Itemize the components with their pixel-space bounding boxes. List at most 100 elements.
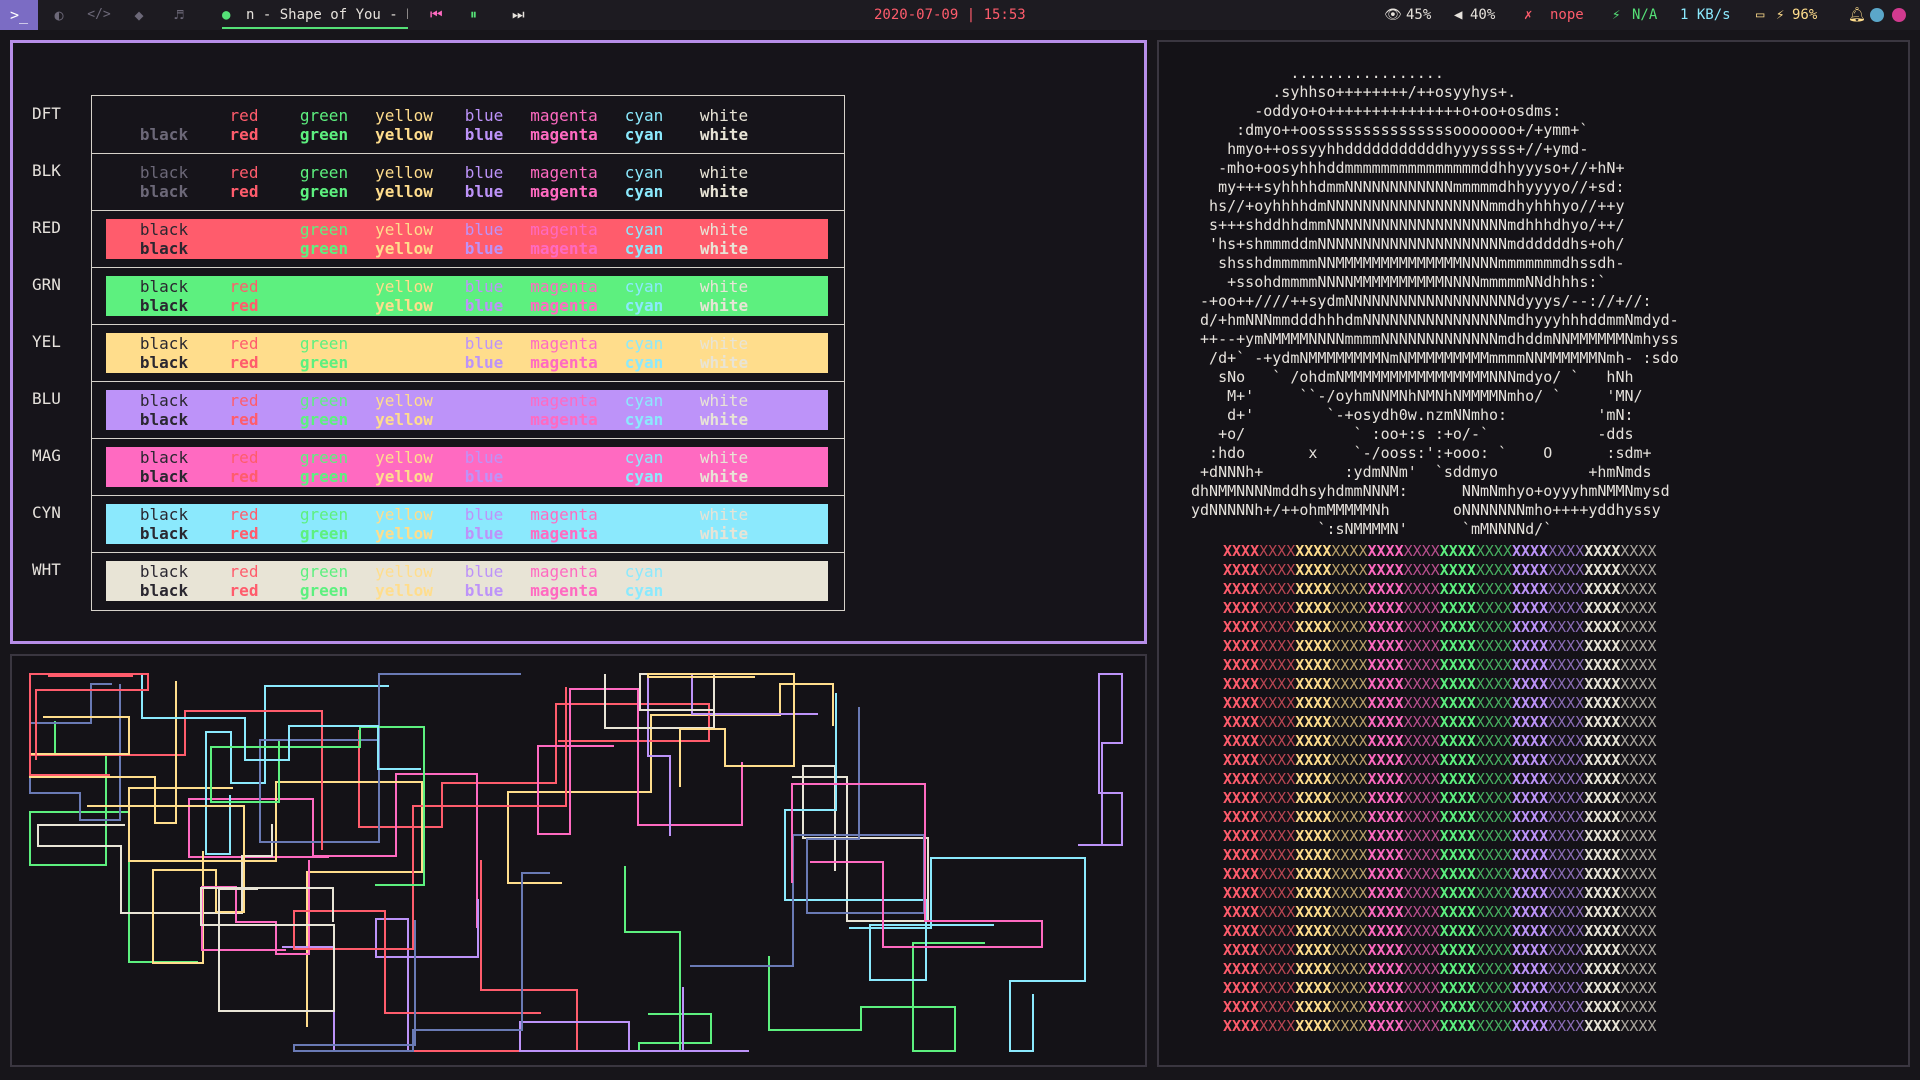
color-sample-red: red xyxy=(229,125,259,144)
row-label: MAG xyxy=(32,446,61,465)
color-sample-red: red xyxy=(229,581,259,600)
color-sample-magenta: magenta xyxy=(530,524,598,543)
color-sample-red: red xyxy=(229,163,259,182)
color-sample-black: black xyxy=(139,353,189,372)
row-divider xyxy=(92,210,844,211)
color-sample-white: white xyxy=(699,505,749,524)
color-sample-cyan: cyan xyxy=(624,239,664,258)
row-label: BLK xyxy=(32,161,61,180)
pipe-segment xyxy=(282,899,479,1052)
color-block-row: XXXXXXXXXXXXXXXXXXXXXXXXXXXXXXXXXXXXXXXX… xyxy=(1223,599,1657,617)
pipe-segment xyxy=(768,942,985,1052)
pause-button[interactable]: ⏸ xyxy=(470,0,477,30)
colortable-window[interactable]: DFTblackblackredredgreengreenyellowyello… xyxy=(10,40,1147,644)
color-sample-red: red xyxy=(229,296,259,315)
color-sample-white: white xyxy=(699,448,749,467)
color-sample-blue: blue xyxy=(464,220,504,239)
color-sample-green: green xyxy=(299,410,349,429)
color-sample-white: white xyxy=(699,106,749,125)
neofetch-window[interactable]: ................. .syhhso++++++++/++osyy… xyxy=(1157,40,1910,1067)
color-sample-white: white xyxy=(699,334,749,353)
color-sample-magenta: magenta xyxy=(530,277,598,296)
pipe-segment xyxy=(849,857,1086,1052)
pipe-segment xyxy=(791,783,1043,948)
track-title[interactable]: n - Shape of You - E xyxy=(246,0,408,30)
color-sample-green: green xyxy=(299,125,349,144)
color-sample-yellow: yellow xyxy=(375,182,433,201)
color-sample-black: black xyxy=(139,277,189,296)
pipe-segment xyxy=(358,703,710,828)
color-block-row: XXXXXXXXXXXXXXXXXXXXXXXXXXXXXXXXXXXXXXXX… xyxy=(1223,580,1657,598)
color-sample-black: black xyxy=(139,581,189,600)
pipe-segment xyxy=(259,673,521,843)
bolt-icon: ⚡ xyxy=(1776,7,1785,23)
next-track-button[interactable]: ⏭ xyxy=(512,0,525,30)
color-block-row: XXXXXXXXXXXXXXXXXXXXXXXXXXXXXXXXXXXXXXXX… xyxy=(1223,561,1657,579)
pipes-window[interactable] xyxy=(10,654,1147,1067)
color-sample-white: white xyxy=(699,182,749,201)
color-sample-yellow: yellow xyxy=(375,163,433,182)
bell-icon[interactable]: 🔔︎ xyxy=(1848,0,1866,30)
color-block-row: XXXXXXXXXXXXXXXXXXXXXXXXXXXXXXXXXXXXXXXX… xyxy=(1223,922,1657,940)
color-sample-black: black xyxy=(139,182,189,201)
color-sample-red: red xyxy=(229,277,259,296)
color-sample-red: red xyxy=(229,562,259,581)
color-block-row: XXXXXXXXXXXXXXXXXXXXXXXXXXXXXXXXXXXXXXXX… xyxy=(1223,979,1657,997)
color-block-row: XXXXXXXXXXXXXXXXXXXXXXXXXXXXXXXXXXXXXXXX… xyxy=(1223,656,1657,674)
color-sample-magenta: magenta xyxy=(530,239,598,258)
color-sample-black: black xyxy=(139,410,189,429)
color-block-row: XXXXXXXXXXXXXXXXXXXXXXXXXXXXXXXXXXXXXXXX… xyxy=(1223,865,1657,883)
battery-icon: ▭ xyxy=(1756,7,1765,23)
color-sample-red: red xyxy=(229,106,259,125)
color-sample-red: red xyxy=(229,391,259,410)
track-underline xyxy=(222,27,408,29)
color-sample-black: black xyxy=(139,220,189,239)
color-sample-white: white xyxy=(699,277,749,296)
row-label: GRN xyxy=(32,275,61,294)
telegram-icon[interactable]: ◆ xyxy=(120,0,158,30)
row-divider xyxy=(92,324,844,325)
pipe-segment xyxy=(29,721,198,963)
color-sample-yellow: yellow xyxy=(375,106,433,125)
color-row-blk: BLK black black red red green green yellow yello… xyxy=(32,153,844,210)
spotify-icon: ● xyxy=(222,7,231,23)
row-label: RED xyxy=(32,218,61,237)
color-block-row: XXXXXXXXXXXXXXXXXXXXXXXXXXXXXXXXXXXXXXXX… xyxy=(1223,998,1657,1016)
code-icon[interactable]: </> xyxy=(80,0,118,30)
color-row-red: REDblackblackredredgreengreenyellowyello… xyxy=(32,210,844,267)
color-sample-blue: blue xyxy=(464,353,504,372)
volume-value[interactable]: 40% xyxy=(1470,0,1495,30)
color-sample-yellow: yellow xyxy=(375,239,433,258)
previous-track-button[interactable]: ⏮ xyxy=(430,0,443,30)
color-sample-red: red xyxy=(229,505,259,524)
color-sample-magenta: magenta xyxy=(530,106,598,125)
color-sample-magenta: magenta xyxy=(530,410,598,429)
row-label: DFT xyxy=(32,104,61,123)
color-row-grn: GRNblackblackredredgreengreenyellowyello… xyxy=(32,267,844,324)
tray-app-icon[interactable] xyxy=(1870,8,1884,22)
charging-status: N/A xyxy=(1632,7,1658,23)
battery-value: 96% xyxy=(1792,7,1818,23)
color-sample-black: black xyxy=(139,505,189,524)
color-sample-blue: blue xyxy=(464,163,504,182)
color-sample-cyan: cyan xyxy=(624,391,664,410)
eye-icon: 👁 xyxy=(1384,7,1402,23)
color-sample-yellow: yellow xyxy=(375,391,433,410)
music-icon[interactable]: ♬ xyxy=(160,0,198,30)
color-sample-red: red xyxy=(229,182,259,201)
color-sample-blue: blue xyxy=(464,467,504,486)
tray-app-icon-2[interactable] xyxy=(1892,8,1906,22)
color-block-row: XXXXXXXXXXXXXXXXXXXXXXXXXXXXXXXXXXXXXXXX… xyxy=(1223,960,1657,978)
firefox-icon[interactable]: ◐ xyxy=(40,0,78,30)
network-status[interactable]: nope xyxy=(1550,0,1584,30)
color-sample-blue: blue xyxy=(464,505,504,524)
color-sample-black: black xyxy=(139,125,189,144)
color-sample-magenta: magenta xyxy=(530,581,598,600)
color-sample-white: white xyxy=(699,391,749,410)
color-sample-magenta: magenta xyxy=(530,125,598,144)
terminal-icon[interactable]: >_ xyxy=(0,0,38,30)
color-sample-blue: blue xyxy=(464,448,504,467)
color-sample-green: green xyxy=(299,334,349,353)
color-sample-cyan: cyan xyxy=(624,334,664,353)
row-divider xyxy=(92,552,844,553)
